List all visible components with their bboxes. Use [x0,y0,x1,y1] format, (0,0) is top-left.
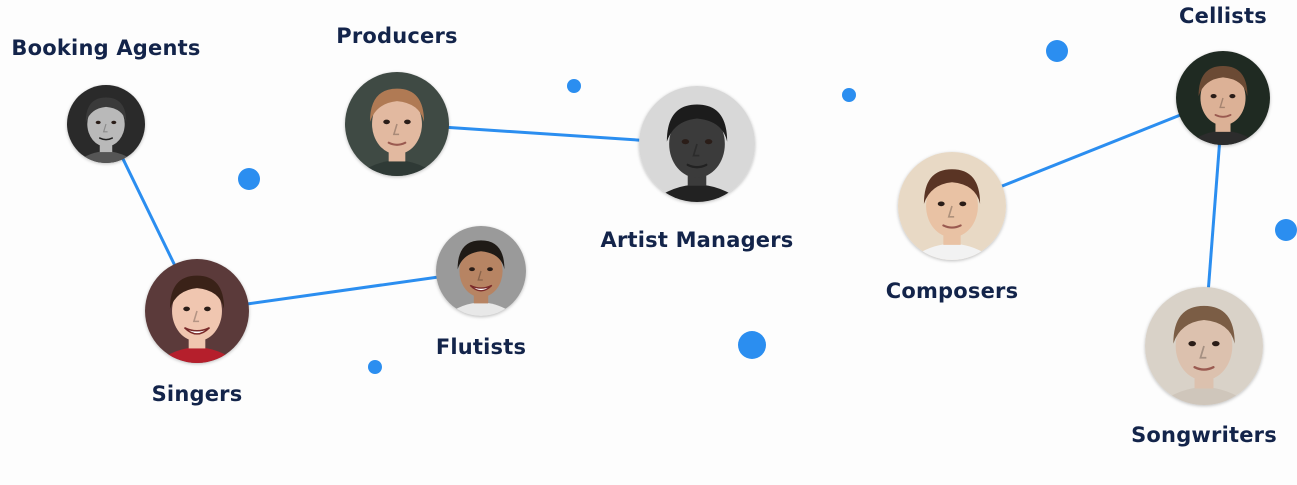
portrait-icon [1176,51,1270,145]
portrait-icon [639,86,755,202]
portrait-icon [145,259,249,363]
portrait-icon [345,72,449,176]
avatar-songwriters [1145,287,1263,405]
avatar-cellists [1176,51,1270,145]
label-flutists: Flutists [435,335,527,359]
network-diagram: Booking Agents Producers Artist Managers… [0,0,1297,485]
label-songwriters: Songwriters [1131,423,1277,447]
avatar-flutists [436,226,526,316]
decorative-dot-2 [567,79,581,93]
decorative-dot-4 [1046,40,1068,62]
portrait-icon [67,85,145,163]
label-producers: Producers [336,24,458,48]
portrait-icon [898,152,1006,260]
label-composers: Composers [885,279,1019,303]
avatar-artist-managers [639,86,755,202]
decorative-dot-1 [238,168,260,190]
decorative-dot-5 [1275,219,1297,241]
portrait-icon [1145,287,1263,405]
label-artist-managers: Artist Managers [600,228,794,252]
decorative-dot-6 [738,331,766,359]
portrait-icon [436,226,526,316]
avatar-booking-agents [67,85,145,163]
avatar-singers [145,259,249,363]
label-booking-agents: Booking Agents [11,36,201,60]
label-cellists: Cellists [1179,4,1267,28]
decorative-dot-7 [368,360,382,374]
avatar-composers [898,152,1006,260]
decorative-dot-3 [842,88,856,102]
avatar-producers [345,72,449,176]
label-singers: Singers [151,382,243,406]
